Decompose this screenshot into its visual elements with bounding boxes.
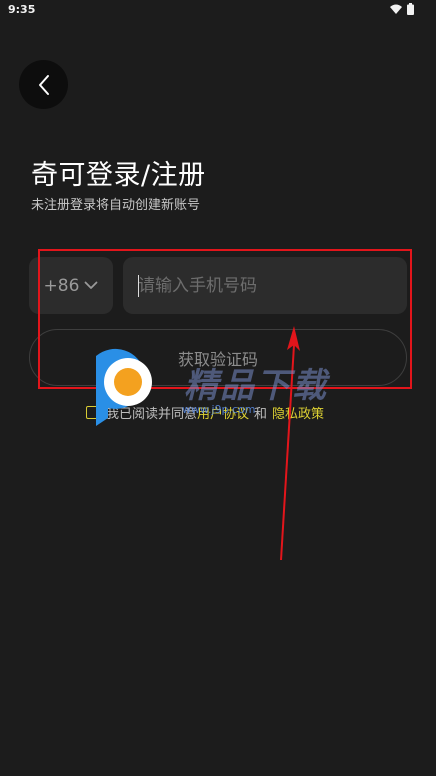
agreement-checkbox[interactable] bbox=[86, 406, 98, 419]
privacy-policy-link[interactable]: 隐私政策 bbox=[272, 403, 324, 422]
status-icons bbox=[390, 3, 414, 15]
wifi-icon bbox=[390, 4, 402, 14]
country-code-value: +86 bbox=[43, 275, 80, 296]
country-code-select[interactable]: +86 bbox=[29, 257, 113, 314]
chevron-left-icon bbox=[38, 74, 49, 95]
status-time: 9:35 bbox=[8, 3, 36, 16]
page-title: 奇可登录/注册 bbox=[31, 160, 206, 191]
user-agreement-link[interactable]: 用户协议 bbox=[197, 403, 249, 422]
back-button[interactable] bbox=[19, 60, 68, 109]
phone-number-input[interactable] bbox=[123, 257, 407, 314]
agreement-and: 和 bbox=[254, 407, 268, 422]
get-verification-code-button[interactable]: 获取验证码 bbox=[29, 329, 407, 386]
annotation-arrow bbox=[280, 326, 300, 561]
get-code-label: 获取验证码 bbox=[177, 349, 258, 369]
text-caret bbox=[138, 275, 139, 297]
agreement-row: 我已阅读并同意 用户协议 和 隐私政策 bbox=[86, 403, 324, 422]
battery-icon bbox=[407, 3, 414, 15]
page-subtitle: 未注册登录将自动创建新账号 bbox=[31, 198, 201, 213]
agreement-prefix: 我已阅读并同意 bbox=[106, 407, 198, 422]
chevron-down-icon bbox=[85, 281, 98, 289]
status-bar: 9:35 bbox=[0, 0, 436, 20]
